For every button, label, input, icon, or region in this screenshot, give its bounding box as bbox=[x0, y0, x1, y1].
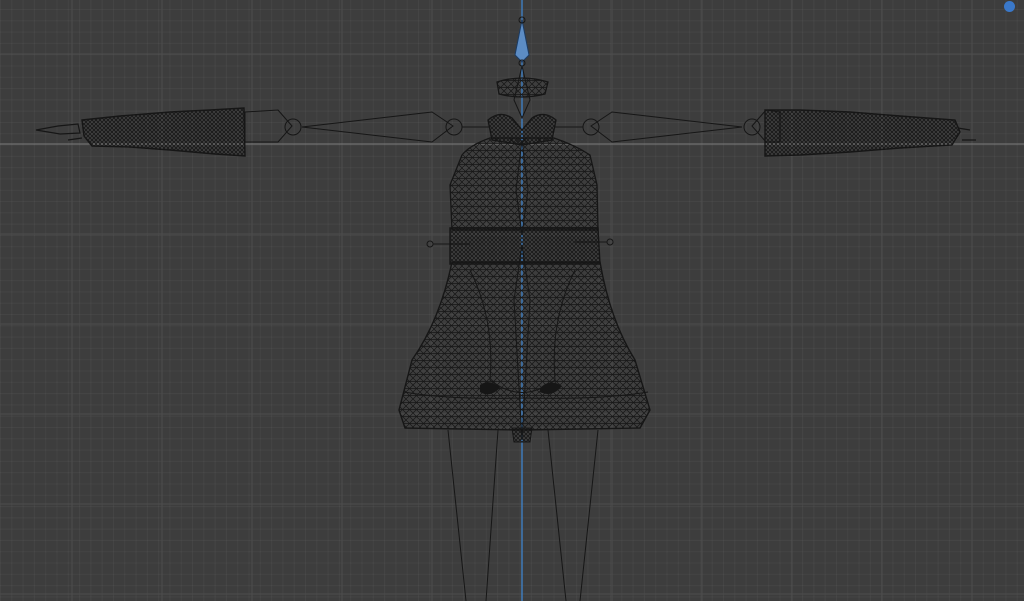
left-shoulder-joint bbox=[445, 118, 463, 136]
leg-bones bbox=[447, 429, 599, 601]
hem-tab bbox=[511, 427, 533, 443]
scene-canvas[interactable] bbox=[0, 0, 1024, 601]
3d-viewport[interactable] bbox=[0, 0, 1024, 601]
collar-ring bbox=[496, 77, 549, 98]
left-leg-bone bbox=[447, 429, 499, 601]
skirt bbox=[398, 261, 651, 431]
dress-mesh[interactable] bbox=[398, 77, 651, 443]
axis-dot-icon[interactable] bbox=[1004, 1, 1015, 12]
left-elbow-joint bbox=[284, 118, 302, 136]
right-shoulder-joint bbox=[582, 118, 600, 136]
head-bone bbox=[514, 19, 530, 63]
right-sleeve-mesh[interactable] bbox=[764, 109, 976, 157]
bodice bbox=[449, 137, 599, 231]
left-upper-arm-bone bbox=[301, 111, 454, 143]
right-elbow-joint bbox=[743, 118, 761, 136]
right-leg-bone bbox=[547, 429, 599, 601]
right-upper-arm-bone bbox=[590, 111, 743, 143]
left-sleeve-mesh[interactable] bbox=[35, 107, 246, 157]
waist-band bbox=[449, 227, 601, 265]
